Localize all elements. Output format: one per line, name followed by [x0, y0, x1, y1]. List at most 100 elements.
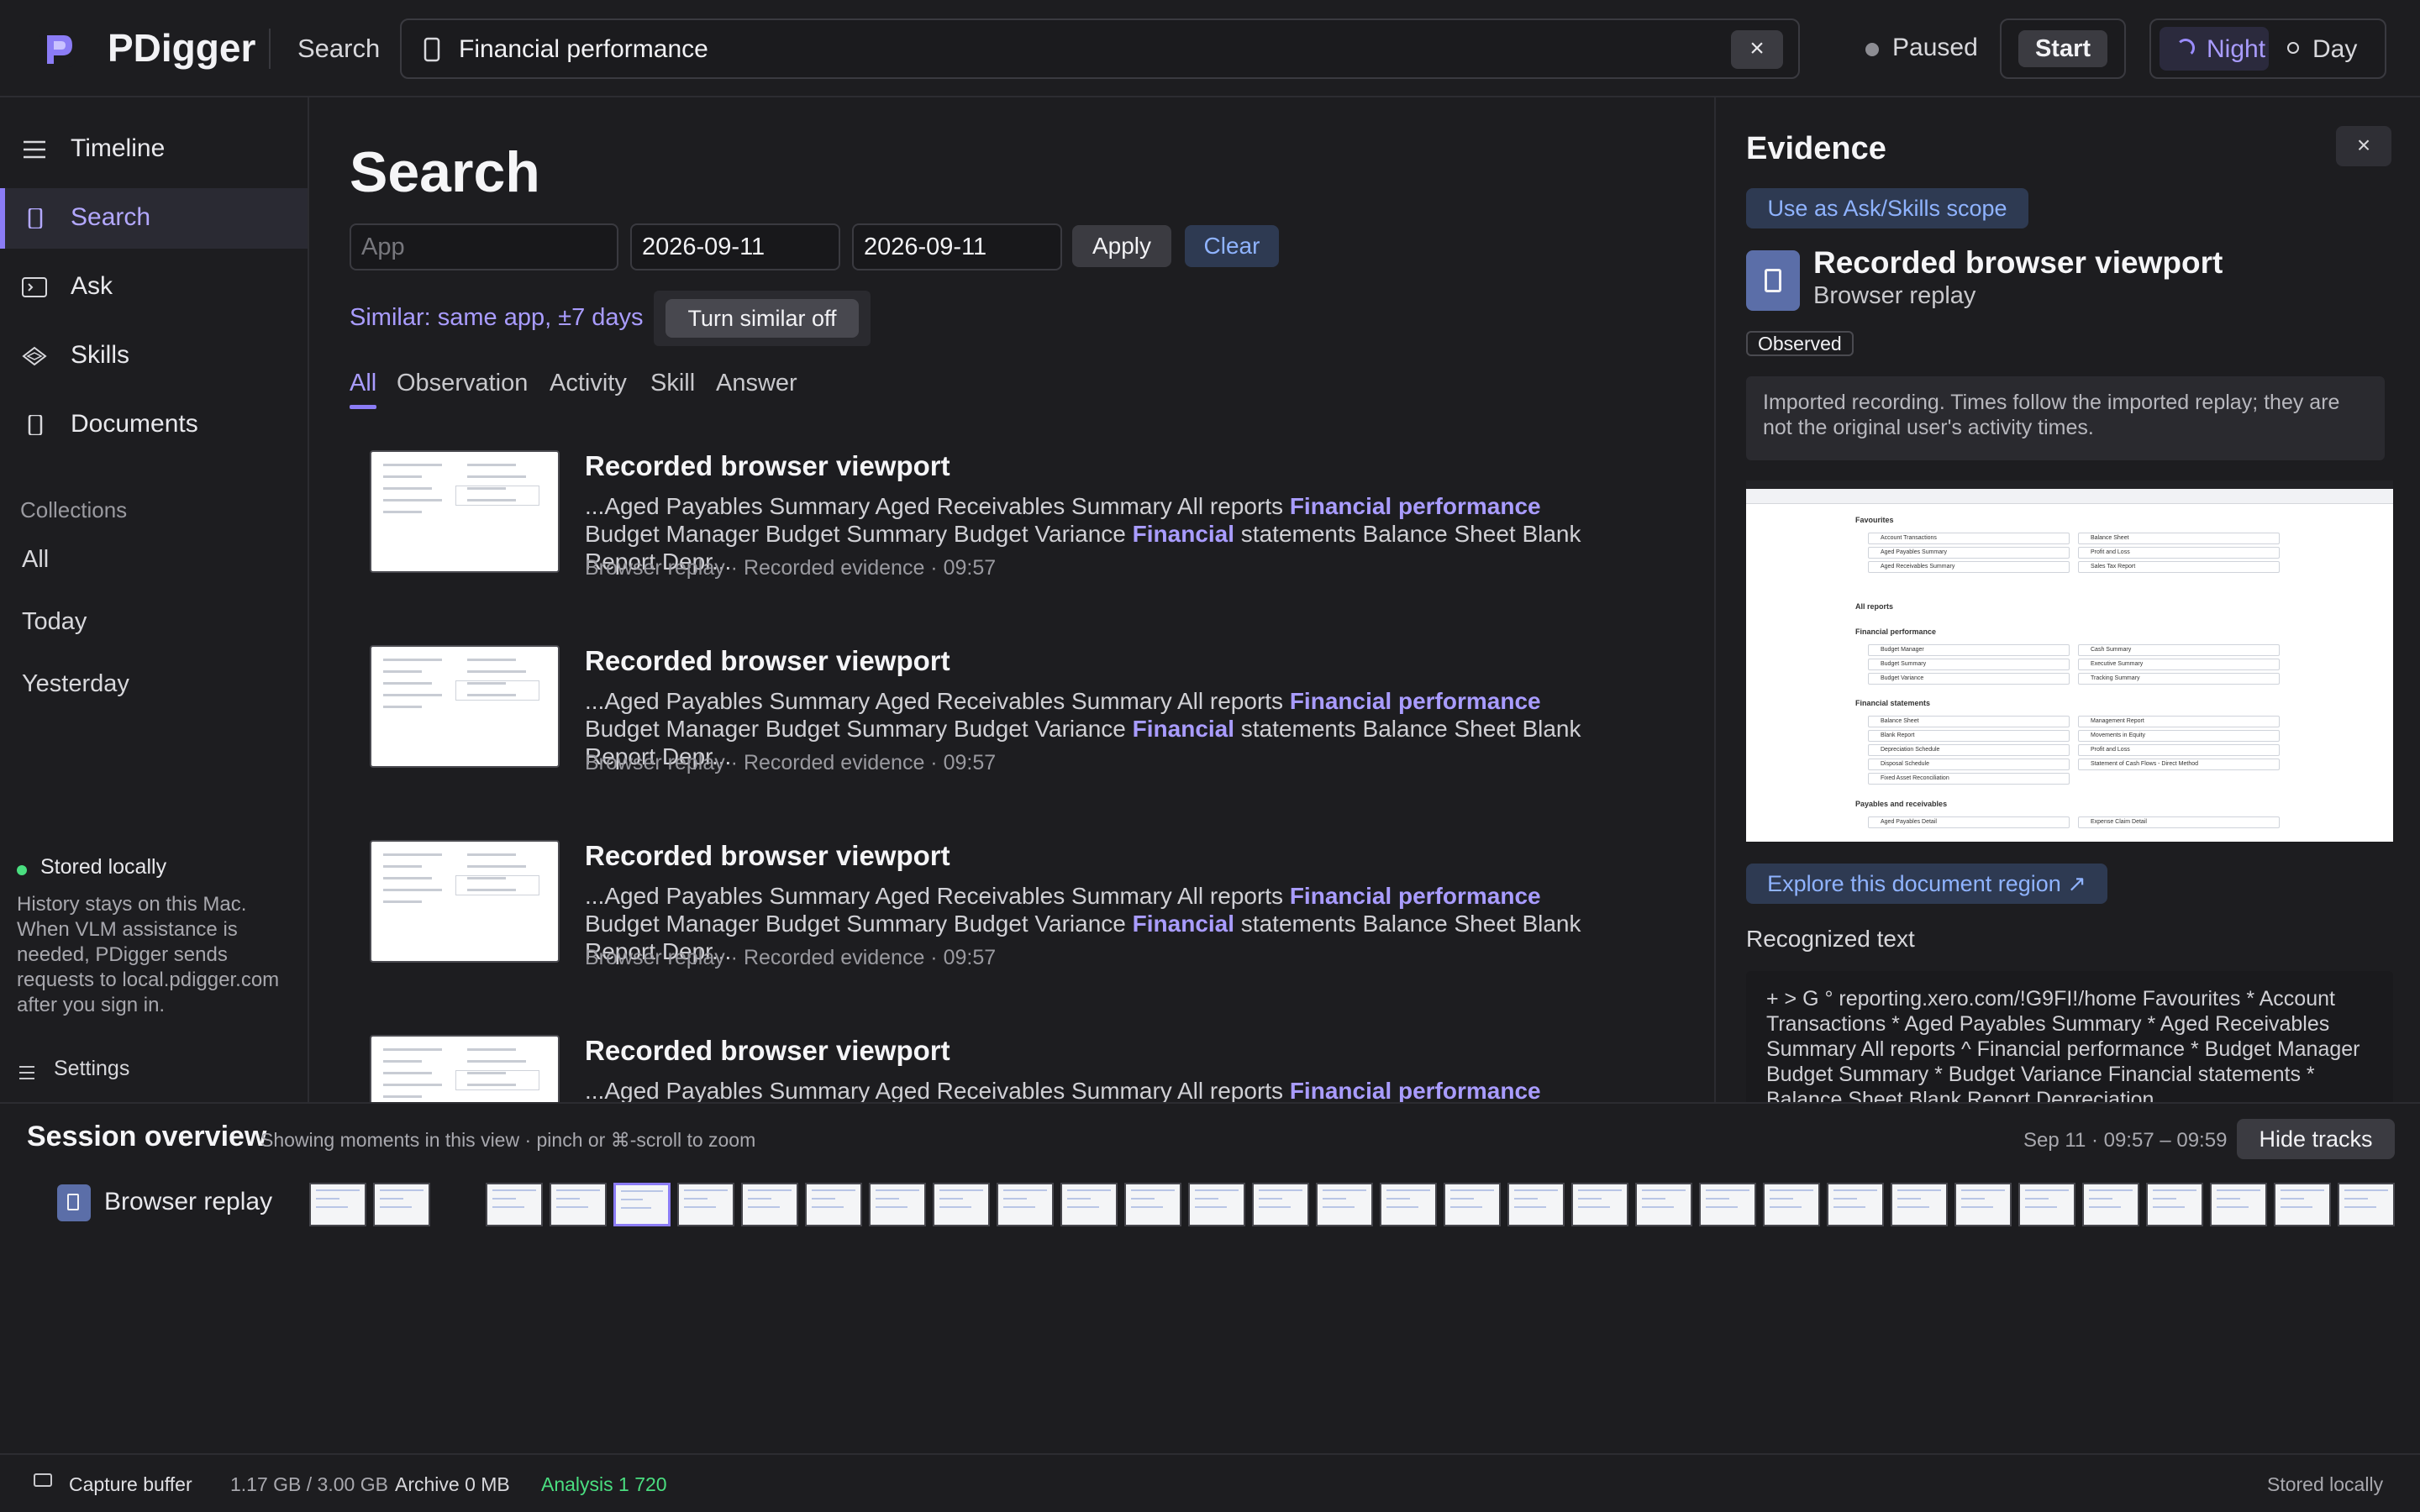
- sidebar-item-search[interactable]: Search: [0, 188, 308, 249]
- tab-all[interactable]: All: [350, 370, 376, 397]
- explore-region-button[interactable]: Explore this document region ↗: [1746, 864, 2107, 904]
- sidebar-item-documents[interactable]: Documents: [0, 395, 308, 455]
- search-result[interactable]: Recorded browser viewport ...Aged Payable…: [370, 450, 1681, 618]
- theme-night-option[interactable]: Night: [2160, 27, 2269, 71]
- close-evidence-button[interactable]: ×: [2336, 126, 2391, 166]
- observed-badge: Observed: [1746, 331, 1854, 356]
- main-content: Search App 2026-09-11 2026-09-11 Apply C…: [311, 97, 1714, 1102]
- recognized-text-box: + > G ° reporting.xero.com/!G9FI!/home F…: [1746, 971, 2393, 1102]
- timeline-frame-thumbnail[interactable]: [1571, 1183, 1628, 1226]
- search-query-text[interactable]: Financial performance: [459, 35, 708, 64]
- timeline-frame-thumbnail[interactable]: [741, 1183, 798, 1226]
- status-dot: [1865, 43, 1879, 56]
- result-title[interactable]: Recorded browser viewport: [585, 840, 950, 872]
- timeline-frame-thumbnail[interactable]: [1124, 1183, 1181, 1226]
- timeline-frame-thumbnail[interactable]: [1827, 1183, 1884, 1226]
- timeline-frame-thumbnail[interactable]: [805, 1183, 862, 1226]
- search-result[interactable]: Recorded browser viewport ...Aged Payable…: [370, 840, 1681, 1008]
- timeline-frame-thumbnail[interactable]: [1252, 1183, 1309, 1226]
- timeline-frame-thumbnail[interactable]: [2082, 1183, 2139, 1226]
- use-as-scope-button[interactable]: Use as Ask/Skills scope: [1746, 188, 2028, 228]
- turn-similar-off-button[interactable]: Turn similar off: [666, 299, 859, 338]
- timeline-frame-thumbnail[interactable]: [869, 1183, 926, 1226]
- screenshot-report-item: Budget Variance: [1868, 673, 2070, 685]
- tab-skill[interactable]: Skill: [650, 370, 695, 397]
- timeline-frame-thumbnail[interactable]: [1380, 1183, 1437, 1226]
- document-icon: [57, 1184, 91, 1221]
- timeline-frame-thumbnail[interactable]: [677, 1183, 734, 1226]
- timeline-frame-thumbnail[interactable]: [309, 1183, 366, 1226]
- theme-day-label: Day: [2312, 35, 2358, 63]
- snippet-highlight: Financial performance: [1289, 688, 1541, 714]
- capture-buffer-label: Capture buffer: [69, 1473, 192, 1495]
- timeline-frame-thumbnail[interactable]: [1954, 1183, 2012, 1226]
- timeline-frame-thumbnail[interactable]: [2210, 1183, 2267, 1226]
- result-meta: Browser replay · Recorded evidence · 09:…: [585, 556, 997, 580]
- timeline-frame-thumbnail[interactable]: [1891, 1183, 1948, 1226]
- clear-filter-button[interactable]: Clear: [1185, 225, 1279, 267]
- analysis-count: Analysis 1 720: [541, 1473, 667, 1495]
- timeline-frame-thumbnail[interactable]: [2274, 1183, 2331, 1226]
- timeline-frame-thumbnail[interactable]: [1188, 1183, 1245, 1226]
- evidence-panel: Evidence × Use as Ask/Skills scope Recor…: [1714, 97, 2420, 1102]
- collections-title: Collections: [20, 497, 128, 522]
- date-to-input[interactable]: 2026-09-11: [852, 223, 1062, 270]
- timeline-frame-thumbnail[interactable]: [1444, 1183, 1501, 1226]
- screenshot-report-item: Aged Payables Detail: [1868, 816, 2070, 828]
- timeline-frame-thumbnail[interactable]: [486, 1183, 543, 1226]
- screenshot-report-item: Depreciation Schedule: [1868, 744, 2070, 756]
- list-icon: [24, 140, 45, 159]
- list-icon: [19, 1066, 34, 1079]
- start-button[interactable]: Start: [2018, 30, 2107, 67]
- timeline-frame-thumbnail[interactable]: [933, 1183, 990, 1226]
- search-result[interactable]: Recorded browser viewport ...Aged Payable…: [370, 645, 1681, 813]
- clear-search-button[interactable]: ×: [1731, 30, 1783, 69]
- evidence-screenshot[interactable]: Favourites Account Transactions Aged Payab…: [1746, 480, 2393, 842]
- timeline-frame-thumbnail[interactable]: [1507, 1183, 1565, 1226]
- collection-all[interactable]: All: [22, 546, 49, 574]
- timeline-frame-thumbnail[interactable]: [1060, 1183, 1118, 1226]
- result-title[interactable]: Recorded browser viewport: [585, 645, 950, 677]
- timeline-frame-thumbnail[interactable]: [550, 1183, 607, 1226]
- timeline-frame-thumbnail[interactable]: [1316, 1183, 1373, 1226]
- snippet-text: Budget Manager Budget Summary Budget Var…: [585, 716, 1133, 742]
- stored-locally-footer: Stored locally: [2267, 1473, 2384, 1495]
- screenshot-report-item: Aged Receivables Summary: [1868, 561, 2070, 573]
- collection-today[interactable]: Today: [22, 608, 87, 636]
- timeline-frame-thumbnail[interactable]: [1763, 1183, 1820, 1226]
- date-from-input[interactable]: 2026-09-11: [630, 223, 840, 270]
- snippet-highlight: Financial performance: [1289, 883, 1541, 909]
- sidebar-item-ask[interactable]: Ask: [0, 257, 308, 318]
- tab-answer[interactable]: Answer: [716, 370, 797, 397]
- app-filter-input[interactable]: App: [350, 223, 618, 270]
- timeline-frame-thumbnail[interactable]: [1635, 1183, 1692, 1226]
- sidebar-item-skills[interactable]: Skills: [0, 326, 308, 386]
- timeline-frame-thumbnail[interactable]: [2146, 1183, 2203, 1226]
- timeline-frame-thumbnail[interactable]: [1699, 1183, 1756, 1226]
- sidebar-item-timeline[interactable]: Timeline: [0, 119, 308, 180]
- timeline-frame-thumbnail[interactable]: [997, 1183, 1054, 1226]
- screenshot-report-item: Management Report: [2078, 716, 2280, 727]
- session-overview-title: Session overview: [27, 1121, 267, 1152]
- search-result[interactable]: Recorded browser viewport ...Aged Payable…: [370, 1035, 1681, 1102]
- tab-observation[interactable]: Observation: [397, 370, 528, 397]
- timeline-frame-thumbnail[interactable]: [373, 1183, 430, 1226]
- result-meta: Browser replay · Recorded evidence · 09:…: [585, 946, 997, 969]
- active-tab-indicator: [350, 405, 376, 409]
- apply-filter-button[interactable]: Apply: [1072, 225, 1171, 267]
- timeline-frame-thumbnail[interactable]: [613, 1183, 671, 1226]
- tab-activity[interactable]: Activity: [550, 370, 627, 397]
- document-icon: [28, 208, 43, 228]
- collection-yesterday[interactable]: Yesterday: [22, 670, 129, 698]
- sun-icon: [2287, 42, 2299, 54]
- sidebar-item-label: Timeline: [71, 134, 166, 162]
- result-title[interactable]: Recorded browser viewport: [585, 1035, 950, 1067]
- theme-day-option[interactable]: Day: [2287, 27, 2380, 71]
- result-title[interactable]: Recorded browser viewport: [585, 450, 950, 482]
- timeline-frame-thumbnail[interactable]: [2338, 1183, 2395, 1226]
- timeline-frame-thumbnail[interactable]: [2018, 1183, 2075, 1226]
- search-input[interactable]: Financial performance ×: [400, 18, 1800, 79]
- sidebar-item-label: Documents: [71, 410, 198, 438]
- hide-tracks-button[interactable]: Hide tracks: [2237, 1119, 2395, 1159]
- document-icon: [28, 415, 43, 435]
